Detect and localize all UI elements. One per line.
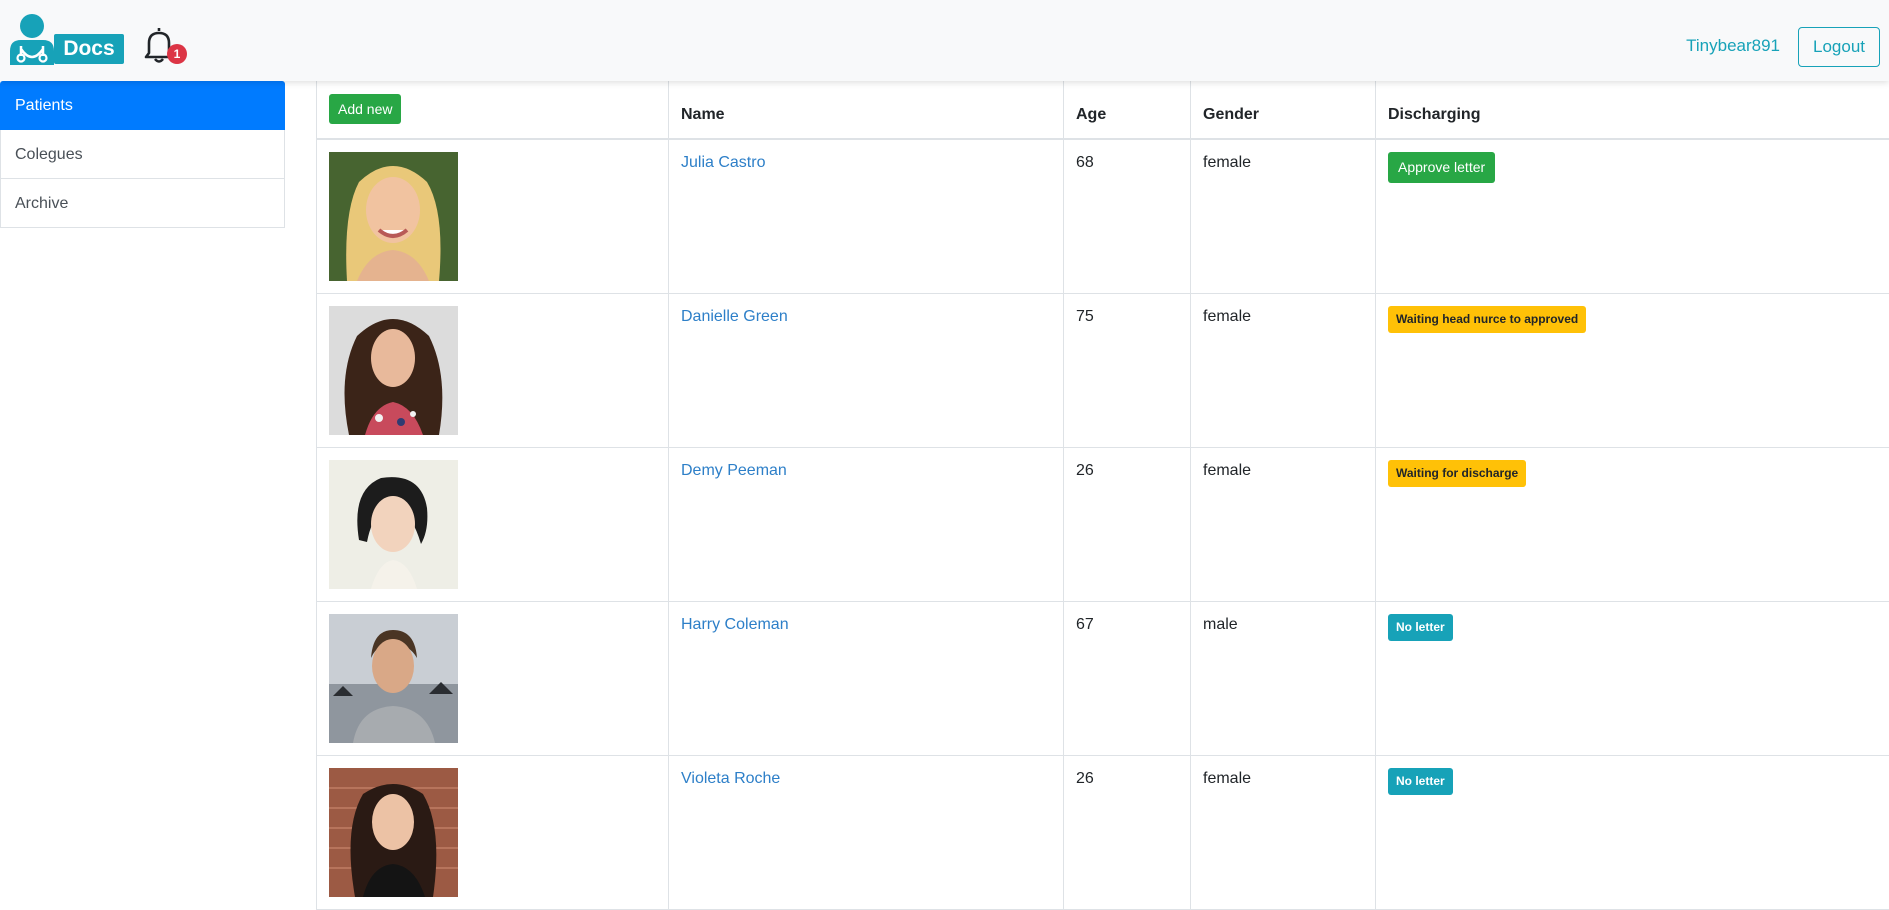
discharging-cell: Approve letter xyxy=(1376,139,1889,294)
woman-dark-hair-photo xyxy=(329,768,458,897)
woman-blonde-photo xyxy=(329,152,458,281)
photo-cell xyxy=(317,139,669,294)
status-badge: Waiting head nurce to approved xyxy=(1388,306,1586,333)
name-cell: Harry Coleman xyxy=(669,602,1064,756)
discharging-cell: No letter xyxy=(1376,602,1889,756)
discharging-cell: Waiting head nurce to approved xyxy=(1376,294,1889,448)
top-navbar: Docs 1 Tinybear891 Logout xyxy=(0,0,1889,81)
sidebar: Patients Colegues Archive xyxy=(0,81,285,228)
sidebar-item-patients[interactable]: Patients xyxy=(0,81,285,130)
patients-table: Add new Name Age Gender Discharging xyxy=(316,81,1889,910)
age-cell: 26 xyxy=(1064,448,1191,602)
table-header-row: Add new Name Age Gender Discharging xyxy=(317,81,1889,139)
age-cell: 68 xyxy=(1064,139,1191,294)
logo-text: Docs xyxy=(54,34,124,64)
discharging-cell: No letter xyxy=(1376,756,1889,910)
age-header: Age xyxy=(1064,81,1191,139)
patient-name-link[interactable]: Violeta Roche xyxy=(681,770,780,787)
table-row: Danielle Green 75 female Waiting head nu… xyxy=(317,294,1889,448)
sidebar-item-archive[interactable]: Archive xyxy=(0,179,285,228)
gender-header: Gender xyxy=(1191,81,1376,139)
patient-name-link[interactable]: Demy Peeman xyxy=(681,462,787,479)
patients-table-container: Add new Name Age Gender Discharging xyxy=(316,81,1889,910)
photo-cell xyxy=(317,602,669,756)
discharging-header: Discharging xyxy=(1376,81,1889,139)
approve-letter-button[interactable]: Approve letter xyxy=(1388,152,1495,183)
sidebar-item-colegues[interactable]: Colegues xyxy=(0,130,285,179)
photo-cell xyxy=(317,294,669,448)
photo-cell xyxy=(317,448,669,602)
table-row: Violeta Roche 26 female No letter xyxy=(317,756,1889,910)
status-badge: Waiting for discharge xyxy=(1388,460,1526,487)
woman-curly-hair-photo xyxy=(329,306,458,435)
gender-cell: female xyxy=(1191,139,1376,294)
age-cell: 26 xyxy=(1064,756,1191,910)
logout-button[interactable]: Logout xyxy=(1798,27,1880,67)
table-row: Demy Peeman 26 female Waiting for discha… xyxy=(317,448,1889,602)
status-badge: No letter xyxy=(1388,768,1453,795)
table-row: Julia Castro 68 female Approve letter xyxy=(317,139,1889,294)
patient-name-link[interactable]: Julia Castro xyxy=(681,154,765,171)
gender-cell: female xyxy=(1191,756,1376,910)
name-cell: Demy Peeman xyxy=(669,448,1064,602)
username-link[interactable]: Tinybear891 xyxy=(1686,36,1780,56)
name-cell: Danielle Green xyxy=(669,294,1064,448)
age-cell: 75 xyxy=(1064,294,1191,448)
man-photo xyxy=(329,614,458,743)
name-header: Name xyxy=(669,81,1064,139)
patient-name-link[interactable]: Danielle Green xyxy=(681,308,788,325)
notifications-button[interactable]: 1 xyxy=(140,26,190,66)
name-cell: Julia Castro xyxy=(669,139,1064,294)
status-badge: No letter xyxy=(1388,614,1453,641)
notification-count-badge: 1 xyxy=(167,44,187,64)
add-new-button[interactable]: Add new xyxy=(329,94,401,124)
gender-cell: male xyxy=(1191,602,1376,756)
table-row: Harry Coleman 67 male No letter xyxy=(317,602,1889,756)
patient-name-link[interactable]: Harry Coleman xyxy=(681,616,789,633)
gender-cell: female xyxy=(1191,448,1376,602)
name-cell: Violeta Roche xyxy=(669,756,1064,910)
discharging-cell: Waiting for discharge xyxy=(1376,448,1889,602)
doctor-icon xyxy=(9,13,57,65)
app-logo[interactable]: Docs xyxy=(9,13,117,65)
woman-short-hair-photo xyxy=(329,460,458,589)
gender-cell: female xyxy=(1191,294,1376,448)
photo-header: Add new xyxy=(317,81,669,139)
photo-cell xyxy=(317,756,669,910)
age-cell: 67 xyxy=(1064,602,1191,756)
